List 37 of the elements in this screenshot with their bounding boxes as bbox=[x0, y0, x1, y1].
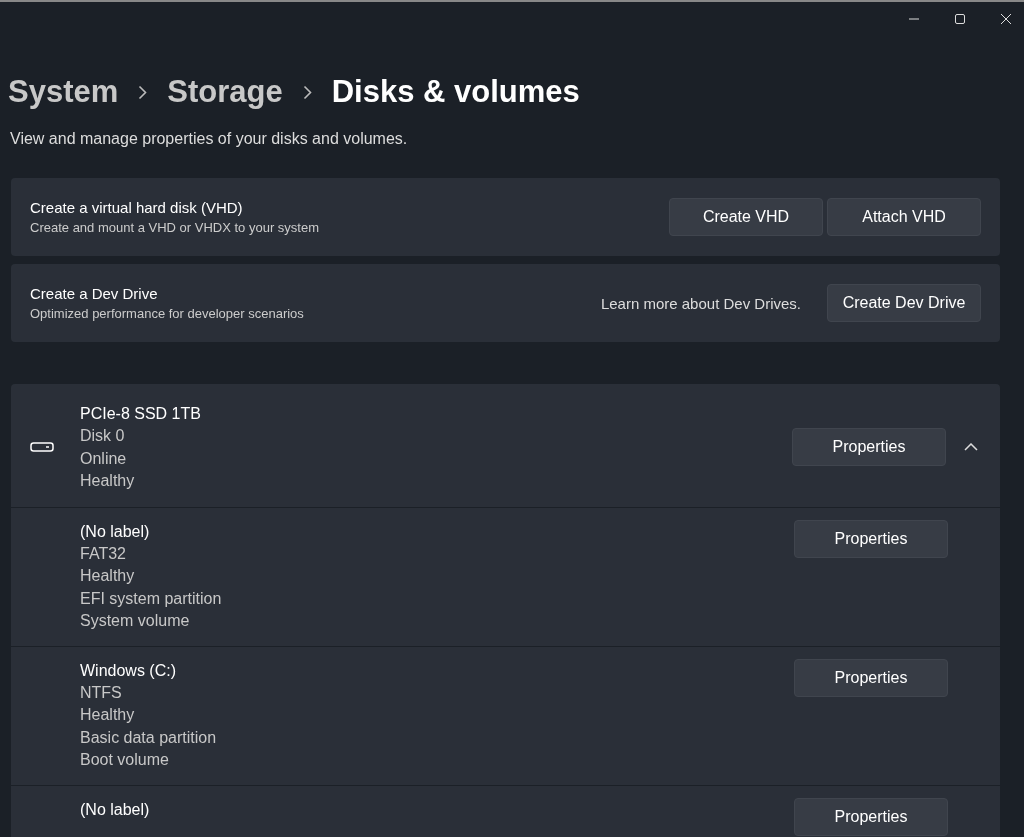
drive-icon bbox=[30, 442, 54, 453]
volume-detail: Basic data partition bbox=[80, 727, 218, 748]
volume-detail: FAT32 bbox=[80, 543, 127, 564]
action-button[interactable]: Create VHD bbox=[669, 198, 823, 236]
chevron-right-icon bbox=[138, 84, 148, 100]
properties-button[interactable]: Properties bbox=[794, 658, 948, 697]
volume-detail: Healthy bbox=[80, 705, 136, 725]
card-title: Create a virtual hard disk (VHD) bbox=[30, 199, 244, 216]
card-subtitle: Create and mount a VHD or VHDX to your system bbox=[30, 220, 320, 235]
breadcrumb-link[interactable]: System bbox=[8, 74, 119, 110]
volume-detail: Healthy bbox=[80, 566, 136, 586]
action-button[interactable]: Attach VHD bbox=[827, 198, 981, 236]
learn-more-link[interactable]: Learn more about Dev Drives. bbox=[600, 294, 801, 312]
page-title: Disks & volumes bbox=[331, 74, 580, 110]
volume-detail: NTFS bbox=[80, 682, 123, 703]
chevron-right-icon bbox=[302, 84, 312, 100]
maximize-icon[interactable] bbox=[954, 13, 966, 25]
disk-name: PCIe-8 SSD 1TB bbox=[80, 404, 202, 424]
disk-detail: Disk 0 bbox=[80, 426, 126, 446]
volume-name: (No label) bbox=[80, 799, 151, 820]
volume-name: (No label) bbox=[80, 521, 151, 542]
chevron-icon[interactable] bbox=[964, 443, 978, 452]
action-button[interactable]: Create Dev Drive bbox=[827, 284, 981, 322]
volume-detail: Boot volume bbox=[80, 750, 170, 770]
breadcrumb-link[interactable]: Storage bbox=[167, 74, 283, 110]
volume-detail: EFI system partition bbox=[80, 588, 223, 609]
volume-detail: System volume bbox=[80, 611, 191, 631]
card-subtitle: Optimized performance for developer scenarios bbox=[30, 306, 305, 321]
properties-button[interactable]: Properties bbox=[794, 797, 948, 836]
page-description: View and manage properties of your disks and volumes. bbox=[9, 129, 409, 148]
close-icon[interactable] bbox=[1000, 13, 1012, 25]
disk-detail: Online bbox=[80, 448, 128, 469]
properties-button[interactable]: Properties bbox=[794, 519, 948, 558]
disk-detail: Healthy bbox=[80, 471, 136, 491]
properties-button[interactable]: Properties bbox=[792, 428, 946, 467]
volume-name: Windows (C:) bbox=[80, 660, 177, 681]
card-title: Create a Dev Drive bbox=[30, 285, 159, 302]
